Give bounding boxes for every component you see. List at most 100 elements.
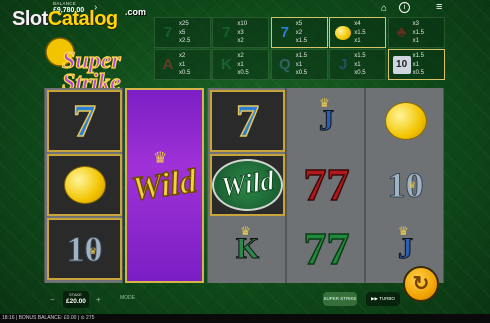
mode-button[interactable]: MODE xyxy=(120,295,135,301)
payout-value: x0.5 xyxy=(412,70,424,76)
paytable-cell-seven-green: 7 x10 x3 x2 xyxy=(212,17,270,48)
payout-value: x2 xyxy=(237,53,244,59)
payout-value: x1.5 xyxy=(354,29,366,36)
seven-green-icon: 7 xyxy=(163,24,173,41)
payout-value: x1 xyxy=(412,61,419,68)
crown-icon: ♛ xyxy=(398,224,409,238)
watermark-suffix: .com xyxy=(125,7,147,17)
payout-value: x1 xyxy=(412,38,419,44)
crown-icon: ♛ xyxy=(408,180,417,190)
paytable-cell-letter-J: Jx1.5 x1 x0.5 xyxy=(329,49,387,80)
wild-symbol: Wild xyxy=(129,161,200,208)
reel-cell-seven-red: 77 xyxy=(289,154,364,216)
paytable-payouts: x5 x2 x1.5 xyxy=(296,20,307,46)
stake-decrease-button[interactable]: − xyxy=(50,295,55,304)
payout-value: x10 xyxy=(237,21,248,27)
seven-blue-symbol: 7 xyxy=(235,95,260,146)
paytable-cell-letter-A: Ax2 x1 x0.5 xyxy=(154,49,211,80)
watermark-logo: SlotCatalog xyxy=(12,8,118,31)
payout-value: x0.5 xyxy=(179,70,191,76)
paytable-payouts: x10 x3 x2 xyxy=(237,20,247,46)
menu-icon[interactable]: ≡ xyxy=(436,1,442,13)
turbo-button[interactable]: ▶▶ TURBO xyxy=(366,292,400,306)
lemon-icon xyxy=(384,102,427,140)
info-icon[interactable]: i xyxy=(399,2,410,13)
paytable-cell-seven-green: 7 x25 x5 x2.5 xyxy=(154,17,211,48)
reel-cell-lemon xyxy=(47,154,122,216)
payout-value: x1 xyxy=(179,61,186,68)
reel-3: 7 Wild ♛ K xyxy=(207,88,286,283)
reel-cell-letter: ♛ J xyxy=(289,90,364,152)
paytable-payouts: x1.5 x1 x0.5 xyxy=(413,52,424,78)
ten-symbol: 10 xyxy=(66,229,103,269)
reel-cell-wild-green: Wild xyxy=(210,154,285,216)
payout-value: x25 xyxy=(179,21,189,27)
payout-value: x4 xyxy=(354,21,361,27)
payout-value: x2 xyxy=(237,38,244,44)
lemon-icon xyxy=(63,166,106,204)
payout-value: x1.5 xyxy=(412,53,424,59)
seven-blue-symbol: 7 xyxy=(72,95,97,146)
payout-value: x5 xyxy=(295,21,303,27)
reel-area: 7 ♛ 10 ♛ Wild 7 Wild ♛ K ♛ J 77 77 ♛ 10 ♛ J xyxy=(44,88,446,283)
letter-K-icon: K xyxy=(220,56,232,73)
paytable-payouts: x3 x1.5 x1 xyxy=(413,20,424,46)
payout-value: x0.5 xyxy=(295,70,308,76)
paytable-cell-cherry: ♣ x3 x1.5 x1 xyxy=(387,17,445,48)
payout-value: x3 xyxy=(237,29,244,36)
wild-symbol: Wild xyxy=(212,159,283,211)
reel-cell-seven-blue: 7 xyxy=(210,90,285,152)
reel-4: ♛ J 77 77 xyxy=(286,88,365,283)
reel-cell-seven-green: 77 xyxy=(289,218,364,280)
payout-value: x2.5 xyxy=(179,38,191,44)
reel-cell-ten: ♛ 10 xyxy=(368,154,443,216)
letter-symbol: J xyxy=(398,232,414,265)
paytable: 7 x25 x5 x2.5 7 x10 x3 x2 7 x5 x2 x1.5 x4 x1.5 x1 ♣ x3 x1… xyxy=(154,17,446,81)
crown-icon: ♛ xyxy=(319,96,330,110)
seven-red-symbol: 77 xyxy=(303,159,351,210)
reel-1: 7 ♛ 10 xyxy=(44,88,123,283)
crown-icon: ♛ xyxy=(89,246,98,256)
cherry-icon: ♣ xyxy=(396,24,407,41)
payout-value: x1 xyxy=(354,61,361,68)
game-logo: Super Strike xyxy=(45,37,122,96)
seven-green-symbol: 77 xyxy=(303,223,351,274)
reel-2: ♛ Wild xyxy=(125,88,204,283)
letter-Q-icon: Q xyxy=(278,56,291,73)
payout-value: x2 xyxy=(295,29,303,36)
payout-value: x1 xyxy=(295,61,303,68)
expanding-wild: ♛ Wild xyxy=(127,90,202,281)
letter-symbol: J xyxy=(319,104,335,137)
paytable-cell-seven-blue: 7 x5 x2 x1.5 xyxy=(270,17,328,48)
payout-value: x1.5 xyxy=(412,29,424,36)
paytable-cell-letter-Q: Qx1.5 x1 x0.5 xyxy=(270,49,328,80)
letter-A-icon: A xyxy=(162,56,174,73)
crown-icon: ♛ xyxy=(240,224,251,238)
seven-green-icon: 7 xyxy=(222,24,231,41)
reel-5: ♛ 10 ♛ J xyxy=(365,88,444,283)
paytable-payouts: x1.5 x1 x0.5 xyxy=(296,52,307,78)
payout-value: x5 xyxy=(179,29,186,36)
payout-value: x2 xyxy=(179,53,186,59)
payout-value: x1 xyxy=(237,61,244,68)
paytable-payouts: x25 x5 x2.5 xyxy=(179,20,190,46)
paytable-payouts: x1.5 x1 x0.5 xyxy=(354,52,365,78)
payout-value: x1.5 xyxy=(354,53,366,59)
status-bar: 18:16 | BONUS BALANCE: £0.00 | ⊙ 275 xyxy=(0,314,490,323)
paytable-payouts: x2 x1 x0.5 xyxy=(179,52,190,78)
stake-increase-button[interactable]: + xyxy=(96,295,101,304)
paytable-payouts: x2 x1 x0.5 xyxy=(237,52,248,78)
wild-label: Wild xyxy=(218,165,277,204)
paytable-cell-ten: 10 x1.5 x1 x0.5 xyxy=(387,49,445,80)
letter-symbol: K xyxy=(235,232,260,265)
payout-value: x1 xyxy=(354,38,361,44)
letter-J-icon: J xyxy=(339,56,348,73)
paytable-payouts: x4 x1.5 x1 xyxy=(354,20,365,46)
payout-value: x1.5 xyxy=(295,53,308,59)
stake-value: £20.00 xyxy=(66,298,86,305)
watermark-prefix: Slot xyxy=(12,8,48,30)
payout-value: x0.5 xyxy=(237,70,249,76)
paytable-cell-lemon: x4 x1.5 x1 xyxy=(329,17,387,48)
payout-value: x3 xyxy=(412,21,419,27)
home-icon[interactable]: ⌂ xyxy=(381,3,387,14)
